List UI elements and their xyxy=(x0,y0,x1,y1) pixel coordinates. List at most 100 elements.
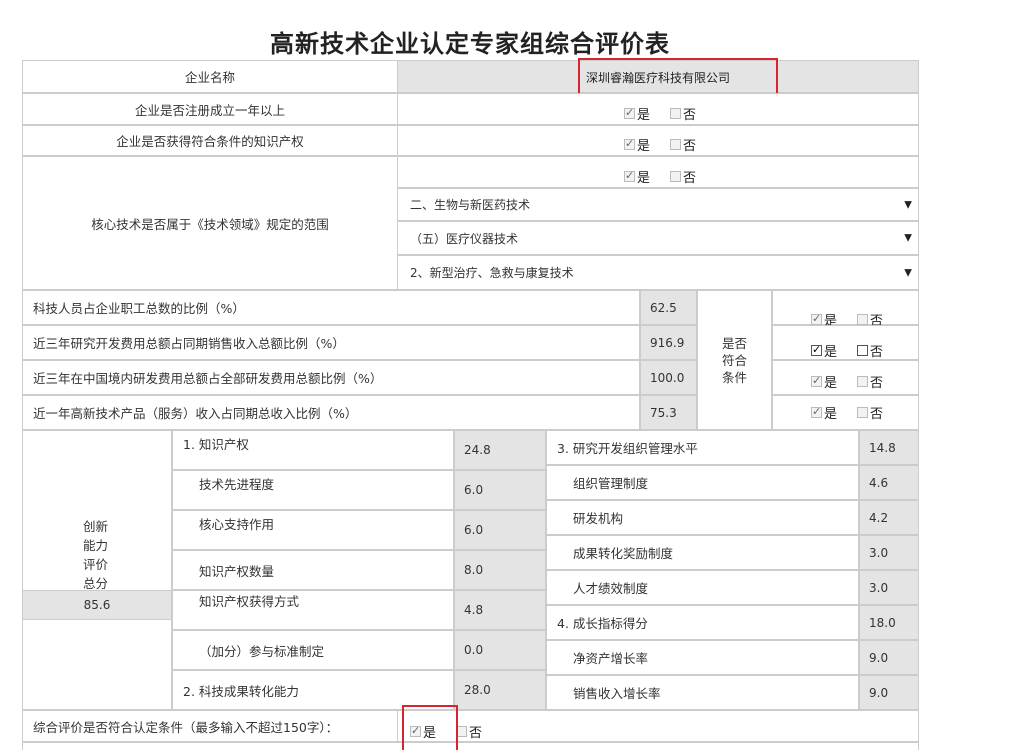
highlight-box-final xyxy=(402,705,458,750)
core-tech-label: 核心技术是否属于《技术领域》规定的范围 xyxy=(22,156,398,290)
ratio-label-rd-sales: 近三年研究开发费用总额占同期销售收入总额比例（%） xyxy=(22,325,640,360)
checkbox-icon xyxy=(670,108,681,119)
core-tech-options: 是 否 xyxy=(397,156,919,188)
qualify-label-line: 条件 xyxy=(721,369,747,385)
left-label-transfer: 2. 科技成果转化能力 xyxy=(172,670,454,710)
checkbox-icon xyxy=(624,169,635,182)
right-label-reward-system: 成果转化奖励制度 xyxy=(546,535,859,570)
checkbox-icon xyxy=(857,407,868,418)
right-label-sales-growth: 销售收入增长率 xyxy=(546,675,859,710)
qualify-options-hightech-income: 是 否 xyxy=(772,395,919,430)
left-value-standards[interactable]: 0.0 xyxy=(454,630,546,670)
checkbox-icon xyxy=(670,171,681,182)
company-name-label: 企业名称 xyxy=(22,60,398,93)
page-title: 高新技术企业认定专家组综合评价表 xyxy=(270,30,670,58)
qualify-hightech-yes-checkbox[interactable]: 是 xyxy=(811,403,837,422)
left-value-ip-count[interactable]: 8.0 xyxy=(454,550,546,590)
core-tech-yes-checkbox[interactable]: 是 xyxy=(624,167,650,186)
left-label-ip-count: 知识产权数量 xyxy=(172,550,454,590)
select-value: 2、新型治疗、急救与康复技术 xyxy=(410,266,574,280)
ratio-value-hightech-income[interactable]: 75.3 xyxy=(640,395,697,430)
qualify-label-line: 是否 xyxy=(721,335,747,351)
ip-yes-checkbox[interactable]: 是 xyxy=(624,135,650,154)
core-tech-no-checkbox[interactable]: 否 xyxy=(670,167,696,186)
select-value: （五）医疗仪器技术 xyxy=(410,231,519,246)
left-value-core-support[interactable]: 6.0 xyxy=(454,510,546,550)
right-label-rd-management: 3. 研究开发组织管理水平 xyxy=(546,430,859,465)
tech-field-select-1[interactable]: 二、生物与新医药技术 ▼ xyxy=(397,188,919,221)
qualify-label: 是否 符合 条件 xyxy=(697,290,772,430)
innovation-label-line: 评价 xyxy=(83,557,109,572)
right-label-performance: 人才绩效制度 xyxy=(546,570,859,605)
innovation-label-line: 能力 xyxy=(83,538,109,553)
yes-label: 是 xyxy=(824,376,838,391)
right-value-rd-institution[interactable]: 4.2 xyxy=(859,500,919,535)
right-value-org-management[interactable]: 4.6 xyxy=(859,465,919,500)
ratio-label-hightech-income: 近一年高新技术产品（服务）收入占同期总收入比例（%） xyxy=(22,395,640,430)
registered-no-checkbox[interactable]: 否 xyxy=(670,104,696,123)
ip-options: 是 否 xyxy=(397,125,919,156)
final-evaluation-label: 综合评价是否符合认定条件（最多输入不超过150字）： xyxy=(22,710,398,742)
ratio-label-staff: 科技人员占企业职工总数的比例（%） xyxy=(22,290,640,325)
ip-no-checkbox[interactable]: 否 xyxy=(670,135,696,154)
left-label-ip: 1. 知识产权 xyxy=(172,430,454,470)
checkbox-icon xyxy=(811,405,822,418)
left-value-transfer[interactable]: 28.0 xyxy=(454,670,546,710)
next-row-partial xyxy=(22,742,919,750)
yes-label: 是 xyxy=(824,345,838,360)
left-value-ip[interactable]: 24.8 xyxy=(454,430,546,470)
right-label-net-assets: 净资产增长率 xyxy=(546,640,859,675)
right-value-net-assets[interactable]: 9.0 xyxy=(859,640,919,675)
left-label-ip-acquire: 知识产权获得方式 xyxy=(172,590,454,630)
no-label: 否 xyxy=(870,345,884,360)
qualify-domestic-rd-yes-checkbox[interactable]: 是 xyxy=(811,372,837,391)
checkbox-icon xyxy=(857,345,868,356)
right-value-growth[interactable]: 18.0 xyxy=(859,605,919,640)
checkbox-icon xyxy=(624,137,635,150)
final-no-checkbox[interactable]: 否 xyxy=(456,722,482,741)
qualify-label-line: 符合 xyxy=(721,352,747,368)
left-label-tech-advance: 技术先进程度 xyxy=(172,470,454,510)
no-label: 否 xyxy=(683,108,697,123)
innovation-total[interactable]: 85.6 xyxy=(22,590,172,620)
registered-label: 企业是否注册成立一年以上 xyxy=(22,93,398,125)
no-label: 否 xyxy=(870,376,884,391)
right-value-rd-management[interactable]: 14.8 xyxy=(859,430,919,465)
select-value: 二、生物与新医药技术 xyxy=(410,198,531,212)
no-label: 否 xyxy=(683,139,697,154)
right-label-org-management: 组织管理制度 xyxy=(546,465,859,500)
yes-label: 是 xyxy=(637,108,651,123)
innovation-label: 创新 能力 评价 总分 xyxy=(83,517,108,593)
qualify-domestic-rd-no-checkbox[interactable]: 否 xyxy=(857,372,883,391)
left-value-tech-advance[interactable]: 6.0 xyxy=(454,470,546,510)
dropdown-arrow-icon: ▼ xyxy=(904,232,912,244)
checkbox-icon xyxy=(811,343,822,356)
right-value-reward-system[interactable]: 3.0 xyxy=(859,535,919,570)
no-label: 否 xyxy=(469,726,483,741)
yes-label: 是 xyxy=(824,407,838,422)
right-value-sales-growth[interactable]: 9.0 xyxy=(859,675,919,710)
qualify-hightech-no-checkbox[interactable]: 否 xyxy=(857,403,883,422)
yes-label: 是 xyxy=(637,171,651,186)
tech-field-select-2[interactable]: （五）医疗仪器技术 ▼ xyxy=(397,221,919,255)
innovation-label-cell: 创新 能力 评价 总分 xyxy=(22,430,172,710)
tech-field-select-3[interactable]: 2、新型治疗、急救与康复技术 ▼ xyxy=(397,255,919,290)
qualify-options-staff: 是 否 xyxy=(772,290,919,329)
qualify-rd-sales-yes-checkbox[interactable]: 是 xyxy=(811,341,837,360)
qualify-rd-sales-no-checkbox[interactable]: 否 xyxy=(857,341,883,360)
right-label-rd-institution: 研发机构 xyxy=(546,500,859,535)
qualify-options-domestic-rd: 是 否 xyxy=(772,360,919,395)
dropdown-arrow-icon: ▼ xyxy=(904,267,912,278)
checkbox-icon xyxy=(857,314,868,325)
ratio-value-staff[interactable]: 62.5 xyxy=(640,290,697,325)
ratio-value-domestic-rd[interactable]: 100.0 xyxy=(640,360,697,395)
ratio-label-domestic-rd: 近三年在中国境内研发费用总额占全部研发费用总额比例（%） xyxy=(22,360,640,395)
registered-yes-checkbox[interactable]: 是 xyxy=(624,104,650,123)
left-value-ip-acquire[interactable]: 4.8 xyxy=(454,590,546,630)
dropdown-arrow-icon: ▼ xyxy=(904,199,912,210)
ratio-value-rd-sales[interactable]: 916.9 xyxy=(640,325,697,360)
left-label-core-support: 核心支持作用 xyxy=(172,510,454,550)
checkbox-icon xyxy=(811,374,822,387)
right-value-performance[interactable]: 3.0 xyxy=(859,570,919,605)
checkbox-icon xyxy=(857,376,868,387)
